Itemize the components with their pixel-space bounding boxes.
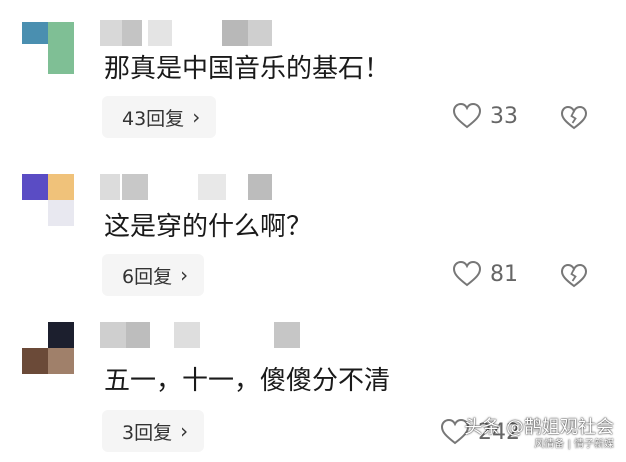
chevron-right-icon: › bbox=[180, 419, 189, 443]
like-count: 81 bbox=[490, 261, 518, 287]
avatar[interactable] bbox=[22, 22, 78, 78]
replies-label: 6回复 bbox=[122, 265, 173, 288]
broken-heart-icon[interactable] bbox=[560, 263, 588, 289]
like-count: 33 bbox=[490, 103, 518, 129]
comment-item: 这是穿的什么啊？ 6回复 › 81 bbox=[0, 160, 626, 312]
broken-heart-icon[interactable] bbox=[560, 105, 588, 131]
view-replies-button[interactable]: 3回复 › bbox=[102, 410, 205, 452]
chevron-right-icon: › bbox=[192, 105, 201, 129]
watermark-sub: 风情备 | 情子新媒 bbox=[534, 439, 614, 450]
comment-text: 五一，十一，傻傻分不清 bbox=[104, 366, 391, 396]
heart-icon bbox=[452, 102, 482, 129]
chevron-right-icon: › bbox=[180, 263, 189, 287]
comment-text: 这是穿的什么啊？ bbox=[104, 212, 313, 242]
like-button[interactable]: 81 bbox=[452, 260, 518, 288]
heart-icon bbox=[452, 260, 482, 287]
avatar[interactable] bbox=[22, 322, 78, 378]
replies-label: 43回复 bbox=[122, 107, 185, 130]
watermark: 头条 @鹊姐观社会 风情备 | 情子新媒 bbox=[464, 417, 614, 451]
avatar[interactable] bbox=[22, 174, 78, 230]
watermark-main: 头条 @鹊姐观社会 bbox=[464, 417, 614, 438]
view-replies-button[interactable]: 43回复 › bbox=[102, 96, 217, 138]
comment-text: 那真是中国音乐的基石！ bbox=[104, 54, 391, 84]
view-replies-button[interactable]: 6回复 › bbox=[102, 254, 205, 296]
replies-label: 3回复 bbox=[122, 421, 173, 444]
comment-item: 那真是中国音乐的基石！ 43回复 › 33 bbox=[0, 0, 626, 152]
like-button[interactable]: 33 bbox=[452, 102, 518, 130]
